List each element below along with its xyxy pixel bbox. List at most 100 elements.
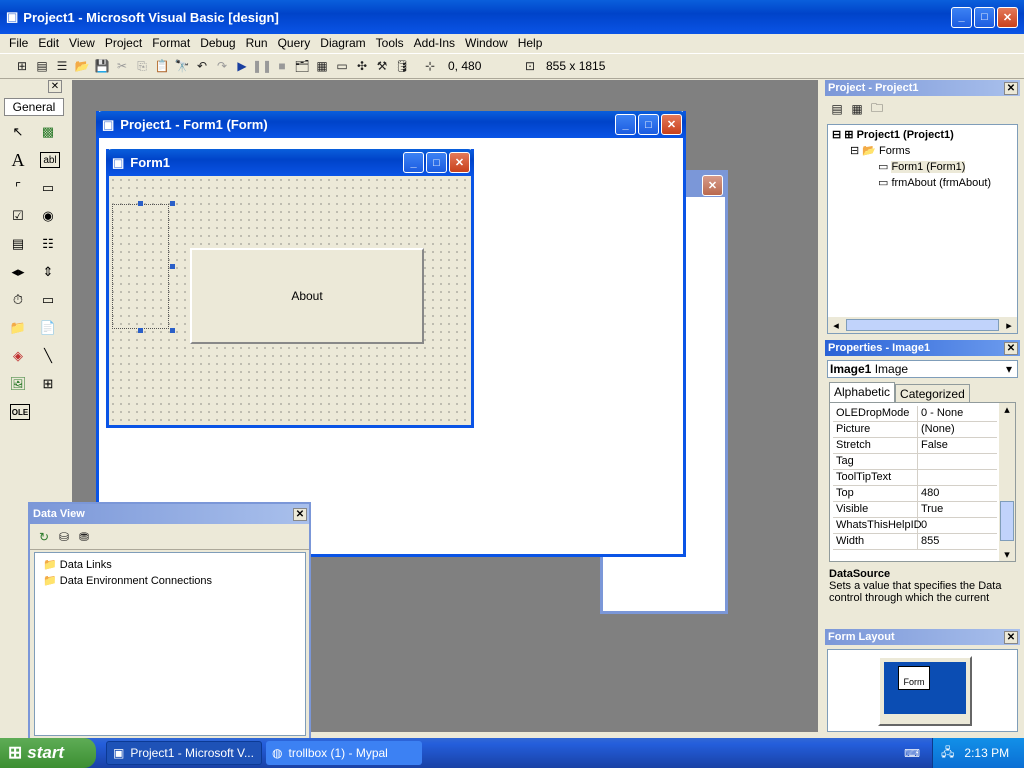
close-button[interactable]: ✕ bbox=[997, 6, 1018, 28]
picturebox-icon[interactable]: ▩ bbox=[36, 120, 60, 144]
paste-icon[interactable]: 📋 bbox=[152, 56, 172, 76]
scroll-thumb[interactable] bbox=[1000, 501, 1014, 541]
find-icon[interactable]: 🔭 bbox=[172, 56, 192, 76]
property-value[interactable]: 0 - None bbox=[918, 406, 997, 421]
keyboard-tray-icon[interactable]: ⌨ bbox=[904, 747, 920, 760]
property-row[interactable]: WhatsThisHelpID 0 bbox=[833, 518, 997, 534]
end-icon[interactable]: ■ bbox=[272, 56, 292, 76]
minimize-button[interactable]: _ bbox=[951, 6, 972, 28]
menu-run[interactable]: Run bbox=[241, 34, 273, 52]
property-row[interactable]: ToolTipText bbox=[833, 470, 997, 486]
scroll-down-icon[interactable]: ▾ bbox=[999, 548, 1015, 561]
resize-handle[interactable] bbox=[138, 328, 143, 333]
property-row[interactable]: Picture (None) bbox=[833, 422, 997, 438]
menu-window[interactable]: Window bbox=[460, 34, 513, 52]
property-row[interactable]: Top 480 bbox=[833, 486, 997, 502]
menu-view[interactable]: View bbox=[64, 34, 100, 52]
property-value[interactable]: 0 bbox=[918, 518, 997, 533]
undo-icon[interactable]: ↶ bbox=[192, 56, 212, 76]
project-explorer-close-button[interactable]: ✕ bbox=[1004, 81, 1018, 95]
expand-icon[interactable]: ⊟ bbox=[832, 129, 844, 141]
data-control-icon[interactable]: ⊞ bbox=[36, 372, 60, 396]
scroll-up-icon[interactable]: ▴ bbox=[999, 403, 1015, 419]
data-view-icon[interactable]: 🛢 bbox=[392, 56, 412, 76]
menu-query[interactable]: Query bbox=[273, 34, 316, 52]
form1-window[interactable]: ▣ Form1 _ □ ✕ About bbox=[106, 149, 474, 428]
resize-handle[interactable] bbox=[170, 328, 175, 333]
commandbutton-icon[interactable]: ▭ bbox=[36, 176, 60, 200]
cut-icon[interactable]: ✂ bbox=[112, 56, 132, 76]
add-data-environment-icon[interactable]: ⛃ bbox=[74, 527, 94, 547]
line-icon[interactable]: ╲ bbox=[36, 344, 60, 368]
property-row[interactable]: Visible True bbox=[833, 502, 997, 518]
maximize-button[interactable]: □ bbox=[974, 6, 995, 28]
form-layout-icon[interactable]: ▭ bbox=[332, 56, 352, 76]
property-value[interactable]: True bbox=[918, 502, 997, 517]
designer-maximize-button[interactable]: □ bbox=[638, 114, 659, 135]
chevron-down-icon[interactable]: ▾ bbox=[1001, 362, 1017, 376]
form1-close-button[interactable]: ✕ bbox=[449, 152, 470, 173]
image-icon[interactable]: 🖼 bbox=[6, 372, 30, 396]
resize-handle[interactable] bbox=[170, 264, 175, 269]
shape-icon[interactable]: ◈ bbox=[6, 344, 30, 368]
menu-editor-icon[interactable]: ☰ bbox=[52, 56, 72, 76]
menu-tools[interactable]: Tools bbox=[371, 34, 409, 52]
property-value[interactable]: (None) bbox=[918, 422, 997, 437]
designer-minimize-button[interactable]: _ bbox=[615, 114, 636, 135]
tab-categorized[interactable]: Categorized bbox=[895, 384, 970, 402]
property-row[interactable]: Stretch False bbox=[833, 438, 997, 454]
label-icon[interactable]: A bbox=[6, 148, 30, 172]
scroll-right-icon[interactable]: ▸ bbox=[1001, 319, 1017, 332]
menu-help[interactable]: Help bbox=[513, 34, 548, 52]
property-value[interactable]: 855 bbox=[918, 534, 997, 549]
form1-canvas[interactable]: About bbox=[109, 176, 471, 425]
form-preview[interactable]: Form bbox=[898, 666, 930, 690]
tab-alphabetic[interactable]: Alphabetic bbox=[829, 382, 896, 402]
menu-debug[interactable]: Debug bbox=[195, 34, 240, 52]
project-explorer-hscrollbar[interactable]: ◂ ▸ bbox=[828, 317, 1017, 333]
form1-minimize-button[interactable]: _ bbox=[403, 152, 424, 173]
toolbox-tab-general[interactable]: General bbox=[4, 98, 64, 116]
ole-icon[interactable]: OLE bbox=[10, 404, 30, 420]
frame-icon[interactable]: ⌜ bbox=[6, 176, 30, 200]
timer-icon[interactable]: ⏱ bbox=[6, 288, 30, 312]
property-value[interactable]: False bbox=[918, 438, 997, 453]
checkbox-icon[interactable]: ☑ bbox=[6, 204, 30, 228]
form1-node[interactable]: ▭ Form1 (Form1) bbox=[832, 159, 1017, 175]
view-object-icon[interactable]: ▦ bbox=[847, 99, 867, 119]
start-icon[interactable]: ▶ bbox=[232, 56, 252, 76]
filelistbox-icon[interactable]: 📄 bbox=[36, 316, 60, 340]
redo-icon[interactable]: ↷ bbox=[212, 56, 232, 76]
combobox-icon[interactable]: ▤ bbox=[6, 232, 30, 256]
toggle-folders-icon[interactable]: 🗀 bbox=[867, 99, 887, 119]
designer-close-button[interactable]: ✕ bbox=[661, 114, 682, 135]
vscrollbar-icon[interactable]: ⇕ bbox=[36, 260, 60, 284]
break-icon[interactable]: ❚❚ bbox=[252, 56, 272, 76]
resize-handle[interactable] bbox=[138, 201, 143, 206]
data-view-window[interactable]: Data View ✕ ↻ ⛁ ⛃ 📁 Data Links 📁 Data En… bbox=[28, 502, 311, 740]
property-value[interactable] bbox=[918, 470, 997, 485]
network-icon[interactable]: 🖧 bbox=[941, 743, 954, 764]
hscrollbar-icon[interactable]: ◂▸ bbox=[6, 260, 30, 284]
save-icon[interactable]: 💾 bbox=[92, 56, 112, 76]
data-view-close-button[interactable]: ✕ bbox=[293, 507, 307, 521]
expand-icon[interactable]: ⊟ bbox=[850, 145, 862, 157]
resize-handle[interactable] bbox=[170, 201, 175, 206]
properties-vscrollbar[interactable]: ▴ ▾ bbox=[999, 403, 1015, 561]
dirlistbox-icon[interactable]: 📁 bbox=[6, 316, 30, 340]
add-form-icon[interactable]: ▤ bbox=[32, 56, 52, 76]
taskbar-task-mypal[interactable]: ◍ trollbox (1) - Mypal bbox=[266, 741, 422, 765]
about-button[interactable]: About bbox=[190, 248, 424, 344]
drivelistbox-icon[interactable]: ▭ bbox=[36, 288, 60, 312]
form1-maximize-button[interactable]: □ bbox=[426, 152, 447, 173]
optionbutton-icon[interactable]: ◉ bbox=[36, 204, 60, 228]
add-project-icon[interactable]: ⊞ bbox=[12, 56, 32, 76]
menu-file[interactable]: File bbox=[4, 34, 33, 52]
property-row[interactable]: Width 855 bbox=[833, 534, 997, 550]
menu-addins[interactable]: Add-Ins bbox=[409, 34, 460, 52]
open-icon[interactable]: 📂 bbox=[72, 56, 92, 76]
forms-folder-node[interactable]: ⊟ 📂 Forms bbox=[832, 143, 1017, 159]
view-code-icon[interactable]: ▤ bbox=[827, 99, 847, 119]
data-environment-node[interactable]: 📁 Data Environment Connections bbox=[43, 573, 305, 589]
menu-edit[interactable]: Edit bbox=[33, 34, 64, 52]
